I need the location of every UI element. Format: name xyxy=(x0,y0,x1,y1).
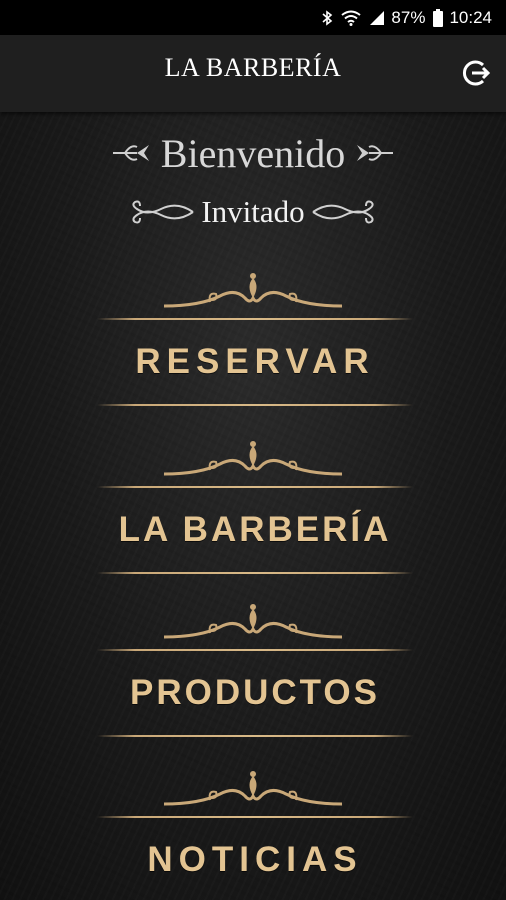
productos-button[interactable]: PRODUCTOS xyxy=(97,653,413,733)
app-bar: LA BARBERÍA xyxy=(0,35,506,112)
left-scroll-ornament-icon xyxy=(132,200,194,224)
bluetooth-icon xyxy=(321,9,333,27)
user-row: Invitado xyxy=(0,192,506,232)
battery-icon xyxy=(433,8,444,27)
menu-item-productos: PRODUCTOS xyxy=(0,603,506,768)
user-name: Invitado xyxy=(201,194,305,229)
right-flourish-icon xyxy=(357,145,394,161)
logout-icon xyxy=(463,60,491,86)
signal-icon xyxy=(369,10,385,26)
gold-ornament-icon xyxy=(163,604,343,639)
gold-ornament-icon xyxy=(163,771,343,806)
divider-line xyxy=(97,318,413,320)
divider-line xyxy=(97,649,413,651)
menu-item-noticias: NOTICIAS xyxy=(0,770,506,900)
reservar-button[interactable]: RESERVAR xyxy=(97,322,413,402)
status-bar: 87% 10:24 xyxy=(0,0,506,35)
clock: 10:24 xyxy=(449,7,492,27)
divider-line xyxy=(97,572,413,574)
home-content: Bienvenido Invitado RESERVAR LA BARBERÍA… xyxy=(0,112,506,900)
noticias-button[interactable]: NOTICIAS xyxy=(97,820,413,900)
welcome-greeting: Bienvenido xyxy=(160,130,346,176)
menu-item-la-barberia: LA BARBERÍA xyxy=(0,440,506,605)
battery-percent: 87% xyxy=(391,7,426,27)
left-flourish-icon xyxy=(112,145,149,161)
divider-line xyxy=(97,404,413,406)
wifi-icon xyxy=(341,10,362,26)
menu-item-reservar: RESERVAR xyxy=(0,272,506,437)
welcome-row: Bienvenido xyxy=(0,128,506,178)
la-barberia-button[interactable]: LA BARBERÍA xyxy=(97,490,413,570)
gold-ornament-icon xyxy=(163,273,343,308)
divider-line xyxy=(97,816,413,818)
logout-button[interactable] xyxy=(460,57,492,89)
right-scroll-ornament-icon xyxy=(312,200,374,224)
app-title: LA BARBERÍA xyxy=(164,53,342,82)
gold-ornament-icon xyxy=(163,441,343,476)
divider-line xyxy=(97,735,413,737)
divider-line xyxy=(97,486,413,488)
